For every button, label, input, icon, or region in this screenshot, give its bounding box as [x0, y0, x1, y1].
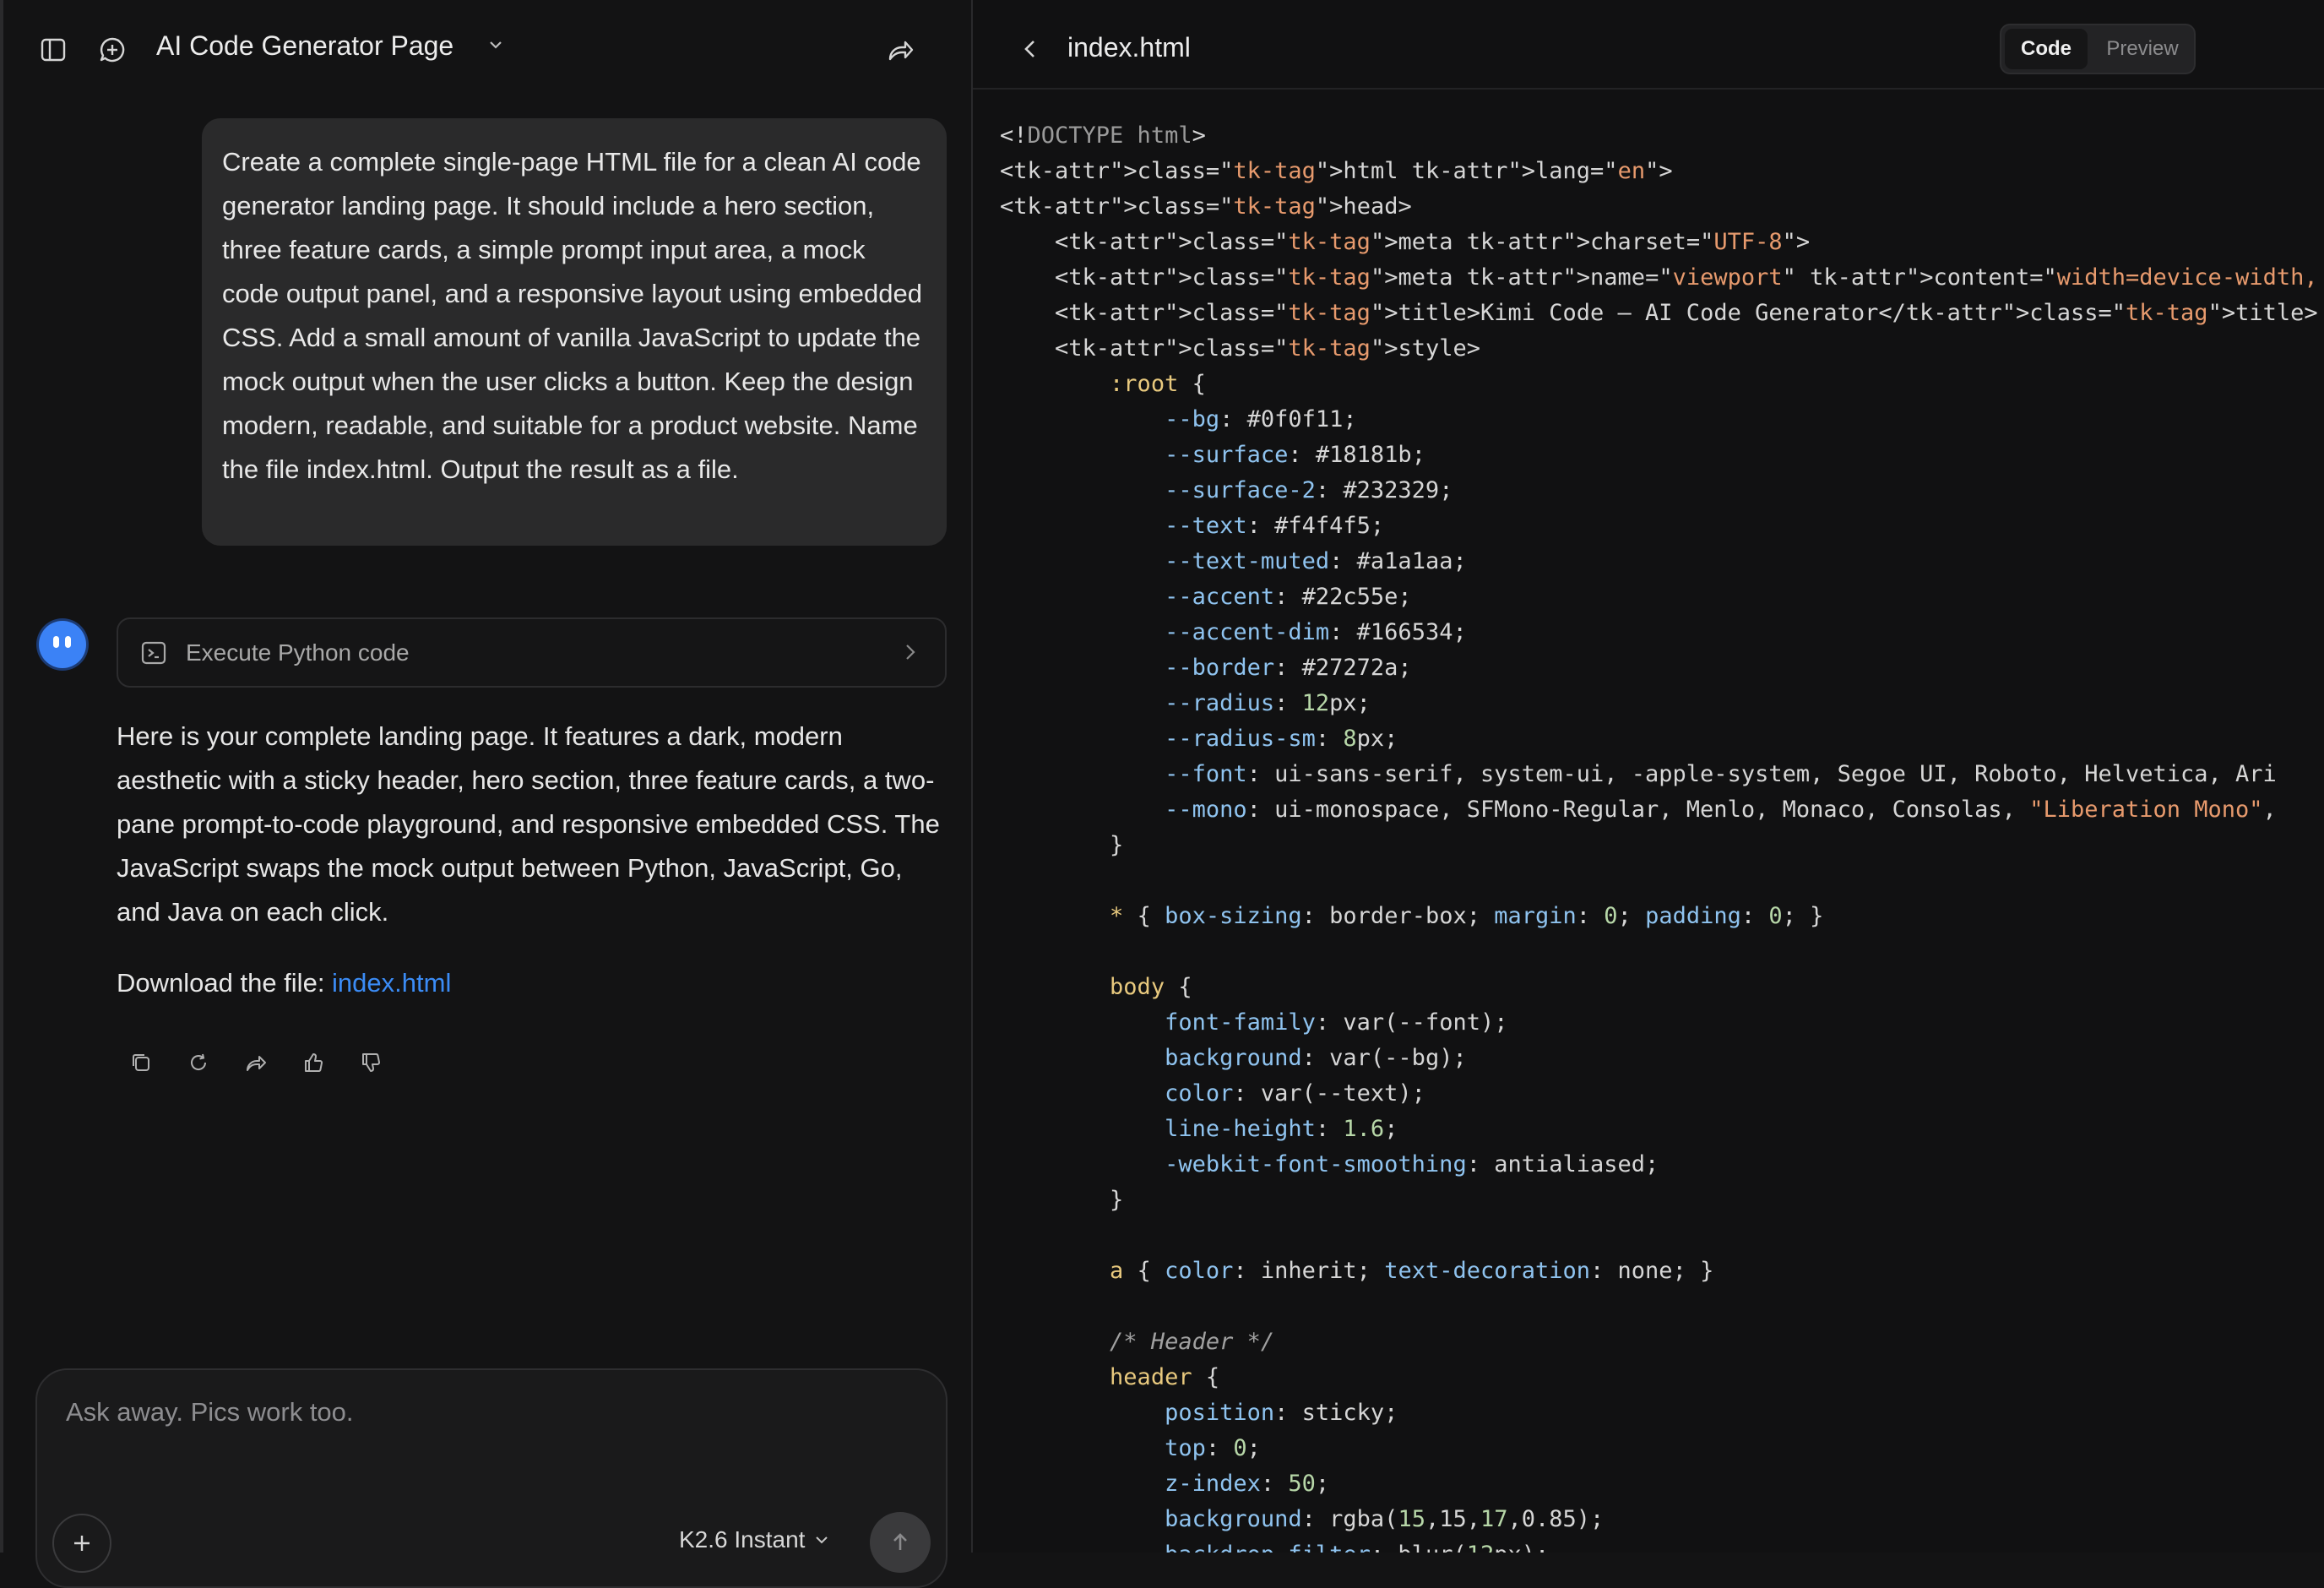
code-line: }: [1000, 832, 1124, 858]
code-line: --bg: #0f0f11;: [1165, 406, 1357, 432]
code-line: position: sticky;: [1165, 1400, 1398, 1426]
avatar-eye-right: [65, 636, 71, 648]
code-line: <tk-attr">class="tk-tag">style>: [1000, 335, 1480, 362]
share-icon[interactable]: [883, 34, 915, 66]
code-line: <tk-attr">class="tk-tag">meta tk-attr">n…: [1000, 264, 2318, 291]
chevron-right-icon: [901, 641, 920, 667]
thumbs-up-icon[interactable]: [298, 1047, 329, 1078]
user-message-text: Create a complete single-page HTML file …: [222, 147, 922, 484]
code-line: <!DOCTYPE html>: [1000, 122, 1206, 149]
chevron-down-icon: [816, 1536, 828, 1544]
chevron-down-icon[interactable]: [486, 35, 505, 58]
message-actions: [126, 1047, 386, 1078]
code-line: background: rgba(15,15,17,0.85);: [1165, 1506, 1605, 1532]
code-line: --surface: #18181b;: [1165, 442, 1425, 468]
code-line: /* Header */: [1110, 1329, 1275, 1355]
copy-icon[interactable]: [126, 1047, 156, 1078]
assistant-answer: Here is your complete landing page. It f…: [117, 721, 940, 927]
code-line: <tk-attr">class="tk-tag">html tk-attr">l…: [1000, 158, 1673, 184]
viewer-filename: index.html: [1067, 32, 1191, 63]
code-line: a { color: inherit; text-decoration: non…: [1110, 1258, 1714, 1284]
message-composer: K2.6 Instant: [35, 1368, 948, 1588]
code-line: --accent-dim: #166534;: [1165, 619, 1467, 645]
avatar-eye-left: [53, 636, 59, 648]
chat-panel: AI Code Generator Page Create a complete…: [0, 0, 971, 1588]
download-link[interactable]: index.html: [332, 968, 451, 998]
tool-call-card[interactable]: Execute Python code: [117, 617, 947, 688]
code-line: --radius: 12px;: [1165, 690, 1371, 716]
code-line: }: [1000, 1187, 1124, 1213]
chevron-left-icon[interactable]: [1015, 34, 1045, 64]
code-line: <tk-attr">class="tk-tag">title>Kimi Code…: [1000, 300, 2318, 326]
sidebar-toggle-icon[interactable]: [37, 34, 69, 66]
share-message-icon[interactable]: [241, 1047, 271, 1078]
code-viewer-panel: index.html Code Preview <!DOCTYPE html> <…: [971, 0, 2324, 1553]
new-chat-icon[interactable]: [96, 34, 128, 66]
terminal-icon: [140, 639, 167, 671]
code-line: ​: [1000, 1218, 2324, 1254]
code-line: --font: ui-sans-serif, system-ui, -apple…: [1165, 761, 2277, 787]
model-label: K2.6 Instant: [679, 1526, 806, 1553]
code-line: ​: [1000, 934, 2324, 970]
code-line: background: var(--bg);: [1165, 1045, 1467, 1071]
code-line: line-height: 1.6;: [1165, 1116, 1398, 1142]
code-line: <tk-attr">class="tk-tag">head>: [1000, 193, 1412, 220]
code-line: body {: [1110, 974, 1192, 1000]
user-message-bubble: Create a complete single-page HTML file …: [202, 118, 947, 546]
code-line: --surface-2: #232329;: [1165, 477, 1453, 503]
code-line: -webkit-font-smoothing: antialiased;: [1165, 1151, 1659, 1177]
code-line: ​: [1000, 863, 2324, 899]
view-mode-toggle: Code Preview: [2000, 24, 2196, 74]
code-line: --accent: #22c55e;: [1165, 584, 1412, 610]
code-line: --border: #27272a;: [1165, 655, 1412, 681]
model-selector[interactable]: K2.6 Instant: [679, 1526, 830, 1553]
code-line: --radius-sm: 8px;: [1165, 726, 1398, 752]
code-line: * { box-sizing: border-box; margin: 0; p…: [1110, 903, 1824, 929]
chat-title[interactable]: AI Code Generator Page: [156, 30, 453, 62]
send-button[interactable]: [870, 1512, 931, 1573]
code-line: font-family: var(--font);: [1165, 1009, 1508, 1036]
code-line: backdrop-filter: blur(12px);: [1000, 1537, 2324, 1553]
viewer-header: index.html Code Preview: [973, 0, 2324, 90]
code-line: <tk-attr">class="tk-tag">meta tk-attr">c…: [1000, 229, 1811, 255]
arrow-up-icon: [893, 1533, 907, 1550]
thumbs-down-icon[interactable]: [356, 1047, 386, 1078]
code-line: z-index: 50;: [1165, 1471, 1330, 1497]
code-block: <!DOCTYPE html> <tk-attr">class="tk-tag">…: [1000, 118, 2324, 1553]
regenerate-icon[interactable]: [183, 1047, 214, 1078]
tab-code[interactable]: Code: [2005, 29, 2088, 69]
code-line: color: var(--text);: [1165, 1080, 1425, 1107]
add-attachment-button[interactable]: [52, 1514, 111, 1573]
code-line: --text: #f4f4f5;: [1165, 513, 1385, 539]
code-line: header {: [1110, 1364, 1220, 1390]
download-line: Download the file: index.html: [117, 961, 451, 1005]
code-line: :root {: [1110, 371, 1206, 397]
composer-input[interactable]: [64, 1395, 828, 1449]
code-line: top: 0;: [1165, 1435, 1261, 1461]
tab-preview[interactable]: Preview: [2093, 29, 2192, 69]
tool-call-label: Execute Python code: [186, 639, 410, 666]
assistant-avatar: [39, 621, 86, 668]
code-line: --mono: ui-monospace, SFMono-Regular, Me…: [1165, 797, 2277, 823]
download-prefix: Download the file:: [117, 968, 333, 998]
code-line: --text-muted: #a1a1aa;: [1165, 548, 1467, 574]
code-line: ​: [1000, 1289, 2324, 1324]
